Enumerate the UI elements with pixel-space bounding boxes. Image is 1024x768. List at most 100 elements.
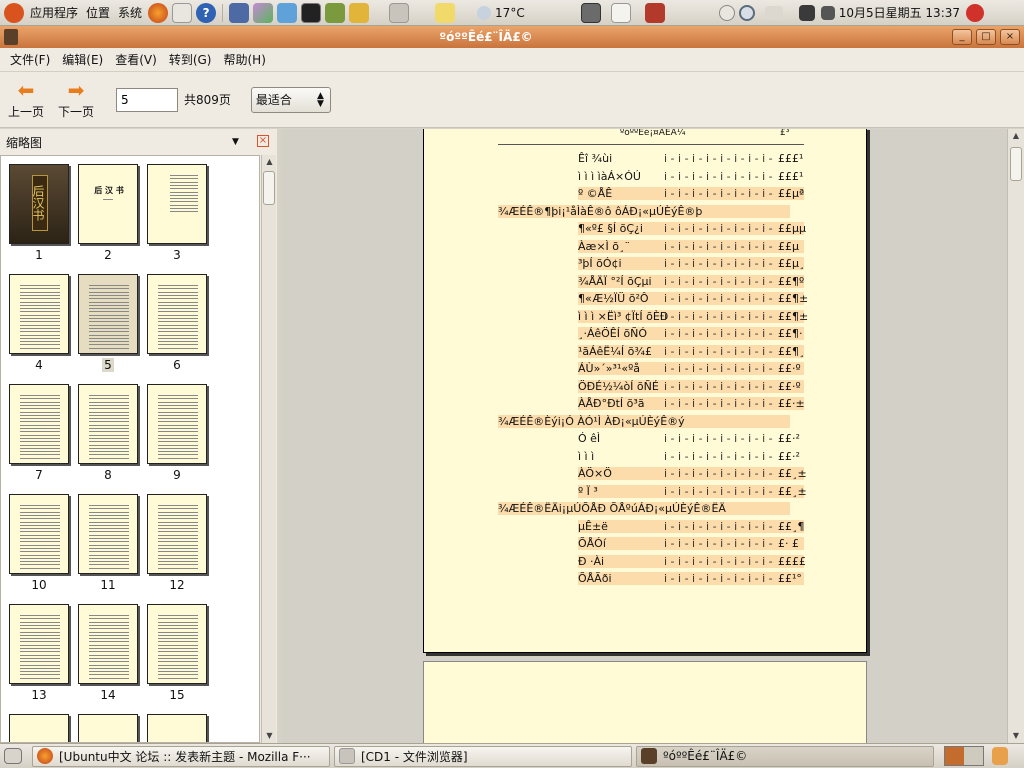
page-thumbnail[interactable]: [9, 384, 69, 464]
window-titlebar[interactable]: ºóººÊé£¨ÎÄ£© _ □ ×: [0, 26, 1024, 48]
page-thumbnail[interactable]: [78, 494, 138, 574]
toc-entry[interactable]: ÖÐÉ½¼òÍ õÑÉ i - i - i - i - i - i - i - i…: [578, 379, 804, 393]
toc-section-heading[interactable]: ¾ÆÉÊ®¶þi¡¹åÌàÊ®ô ôÁÐ¡«µÚÈýÊ®þ: [498, 204, 790, 218]
menu-applications[interactable]: 应用程序: [26, 0, 82, 26]
page-thumbnail[interactable]: [147, 714, 207, 742]
page-thumbnail[interactable]: [78, 714, 138, 742]
page-thumbnail[interactable]: [147, 384, 207, 464]
page-thumbnail[interactable]: [147, 604, 207, 684]
toc-entry[interactable]: ¶«º£ §Í õÇ¿i i - i - i - i - i - i - i - …: [578, 222, 806, 235]
toc-entry[interactable]: ÁÙ»´»³¹«ºå i - i - i - i - i - i - i - i …: [578, 362, 804, 375]
toc-entry[interactable]: º Ï ³ i - i - i - i - i - i - i - i - ££¸±: [578, 484, 807, 498]
sidebar-title[interactable]: 缩略图: [6, 134, 42, 151]
toc-entry[interactable]: Ð ·Ài i - i - i - i - i - i - i - i - ££££: [578, 554, 806, 568]
page-thumbnail[interactable]: 后汉书: [9, 164, 69, 244]
scrollbar-thumb[interactable]: [263, 171, 275, 205]
document-view[interactable]: ºóººÊé¡¤ÄÊÂ¼ £³ Êî ¾ùi i - i - i - i - i …: [281, 129, 1007, 743]
firefox-icon[interactable]: [148, 2, 169, 23]
toc-entry[interactable]: ì ì ì ×Ëì³ ¢ÏtÍ õÈÐ i - i - i - i - i - i…: [578, 309, 808, 323]
page-thumbnail[interactable]: [9, 494, 69, 574]
toc-entry[interactable]: Ó êÌ i - i - i - i - i - i - i - i - ££·²: [578, 432, 804, 445]
scroll-down-icon[interactable]: ▼: [262, 729, 277, 743]
zoom-select[interactable]: 最适合 ▲ ▼: [250, 86, 331, 113]
task-document-viewer[interactable]: ºóººÊé£¨ÎÄ£©: [636, 745, 934, 767]
document-viewer-icon[interactable]: [4, 29, 18, 45]
scroll-up-icon[interactable]: ▲: [1008, 129, 1024, 143]
menu-edit[interactable]: 编辑(E): [56, 51, 109, 68]
toc-entry[interactable]: Àæ×Ì õ¸¨ i - i - i - i - i - i - i - i - £…: [578, 239, 804, 253]
page-number-input[interactable]: [116, 87, 178, 112]
help-icon[interactable]: ?: [196, 2, 217, 23]
page-thumbnail[interactable]: [78, 274, 138, 354]
power-icon[interactable]: [966, 3, 985, 22]
books-icon[interactable]: [325, 2, 346, 23]
minimize-button[interactable]: _: [952, 29, 972, 45]
toc-entry[interactable]: ÀÖ×Ö i - i - i - i - i - i - i - i - ££¸±: [578, 467, 807, 480]
toc-entry[interactable]: ÀÅÐ°ÐtÍ õ³ã i - i - i - i - i - i - i - i…: [578, 397, 805, 410]
document-scrollbar[interactable]: ▲ ▼: [1007, 129, 1024, 743]
toc-entry[interactable]: ÕÅÓí i - i - i - i - i - i - i - i - £· £: [578, 537, 804, 550]
workspace-icon[interactable]: [580, 2, 601, 23]
menu-file[interactable]: 文件(F): [4, 51, 56, 68]
toc-entry[interactable]: ¶«Æ½ÏÜ õ²Ô i - i - i - i - i - i - i - i …: [578, 292, 808, 305]
clock-sync-icon[interactable]: [718, 4, 735, 21]
task-firefox[interactable]: [Ubuntu中文 论坛 :: 发表新主题 - Mozilla F···: [32, 745, 330, 767]
terminal-icon[interactable]: [301, 2, 322, 23]
mail-icon[interactable]: [172, 2, 193, 23]
search-icon[interactable]: [738, 4, 755, 21]
toc-section-heading[interactable]: ¾ÆÉÊ®ËÄi¡µÚÕÅÐ ÕÅºúÁÐ¡«µÚÈýÊ®ËÄ: [498, 502, 790, 515]
task-file-browser[interactable]: [CD1 - 文件浏览器]: [334, 745, 632, 767]
previous-page-button[interactable]: ⬅ 上一页: [4, 79, 48, 120]
folder-icon[interactable]: [435, 2, 456, 23]
drive-icon[interactable]: [389, 2, 410, 23]
toc-entry[interactable]: ì ì ì ìàÁ×ÓÚ i - i - i - i - i - i - i - …: [578, 170, 804, 183]
paint-icon[interactable]: [253, 2, 274, 23]
page-thumbnail[interactable]: 后 汉 书: [78, 164, 138, 244]
toc-entry[interactable]: ¹ãÁêË¼Í õ¾£ i - i - i - i - i - i - i - i…: [578, 344, 805, 358]
scroll-down-icon[interactable]: ▼: [1008, 729, 1024, 743]
workspace-switcher-icon[interactable]: [944, 746, 984, 766]
menu-system[interactable]: 系统: [114, 0, 146, 26]
toc-entry[interactable]: ¸·ÁêÖÊÍ õÑÓ i - i - i - i - i - i - i - i…: [578, 327, 804, 340]
page-thumbnail[interactable]: [147, 274, 207, 354]
scrollbar-thumb[interactable]: [1010, 147, 1022, 181]
menu-places[interactable]: 位置: [82, 0, 114, 26]
puzzle-icon[interactable]: [277, 2, 298, 23]
network-icon[interactable]: [798, 4, 815, 21]
toc-entry[interactable]: Êî ¾ùi i - i - i - i - i - i - i - i - £££…: [578, 152, 804, 165]
toc-entry[interactable]: º ©ÅÊ i - i - i - i - i - i - i - i - ££µª: [578, 187, 804, 200]
chevron-down-icon[interactable]: ▼: [232, 137, 239, 147]
toc-entry[interactable]: µÊ±ë i - i - i - i - i - i - i - i - ££¸¶: [578, 519, 805, 533]
page-thumbnail[interactable]: [78, 384, 138, 464]
screenshot-icon[interactable]: [644, 2, 665, 23]
trash-icon[interactable]: [992, 747, 1008, 765]
toc-entry[interactable]: ì ì ì i - i - i - i - i - i - i - i - ££·²: [578, 450, 804, 463]
toc-section-heading[interactable]: ¾ÆÉÊ®Èýi¡Ó ÀÓ¹Ì ÀÐ¡«µÚÈýÊ®ý: [498, 414, 790, 428]
clock[interactable]: 10月5日星期五 13:37: [837, 0, 964, 26]
show-desktop-icon[interactable]: [4, 748, 22, 764]
people-icon[interactable]: [229, 2, 250, 23]
maximize-button[interactable]: □: [976, 29, 996, 45]
volume-icon[interactable]: [820, 5, 835, 20]
toc-entry[interactable]: ³þÍ õÓ¢i i - i - i - i - i - i - i - i - £…: [578, 257, 805, 270]
sidebar-scrollbar[interactable]: ▲ ▼: [261, 155, 276, 743]
weather-temp[interactable]: 17°C: [493, 0, 529, 26]
page-thumbnail[interactable]: [9, 274, 69, 354]
notes-icon[interactable]: [610, 2, 631, 23]
printer-icon[interactable]: [764, 5, 783, 20]
page-thumbnail[interactable]: [147, 164, 207, 244]
menu-view[interactable]: 查看(V): [109, 51, 163, 68]
page-thumbnail[interactable]: [9, 714, 69, 742]
toc-entry[interactable]: ¾ÅÄÏ °²Í õÇµi i - i - i - i - i - i - i -…: [578, 274, 804, 288]
ubuntu-logo-icon[interactable]: [4, 2, 24, 23]
page-thumbnail[interactable]: [9, 604, 69, 684]
page-thumbnail[interactable]: [78, 604, 138, 684]
page-thumbnail[interactable]: [147, 494, 207, 574]
menu-go[interactable]: 转到(G): [163, 51, 218, 68]
close-button[interactable]: ×: [1000, 29, 1020, 45]
toc-entry[interactable]: ÕÅÃði i - i - i - i - i - i - i - i - ££¹°: [578, 572, 804, 585]
close-sidebar-icon[interactable]: ×: [257, 135, 269, 147]
menu-help[interactable]: 帮助(H): [217, 51, 271, 68]
chat-icon[interactable]: [349, 2, 370, 23]
scroll-up-icon[interactable]: ▲: [262, 155, 277, 169]
